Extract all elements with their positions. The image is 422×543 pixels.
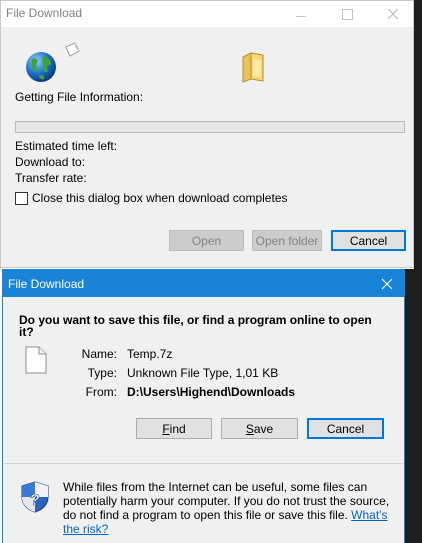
window-title: File Download [6, 6, 83, 20]
file-name-value: Temp.7z [127, 347, 173, 361]
title-bar: File Download [1, 1, 413, 27]
status-label: Getting File Information: [15, 90, 144, 104]
globe-icon [26, 52, 56, 82]
file-download-prompt-dialog: File Download Do you want to save this f… [2, 269, 405, 543]
cancel-download-button[interactable]: Cancel [331, 230, 406, 251]
find-label: ind [169, 421, 186, 436]
name-label: Name: [81, 347, 117, 361]
file-source-value: D:\Users\Highend\Downloads [127, 385, 296, 399]
save-label: ave [253, 421, 274, 436]
minimize-button[interactable] [287, 4, 315, 24]
transfer-rate-label: Transfer rate: [15, 171, 87, 185]
shield-icon: ? [21, 481, 49, 513]
minimize-icon [296, 15, 306, 17]
estimated-time-label: Estimated time left: [15, 139, 118, 153]
svg-text:?: ? [30, 492, 40, 509]
paper-icon [65, 42, 80, 57]
cancel-button[interactable]: Cancel [307, 418, 384, 439]
from-label: From: [85, 385, 117, 399]
save-accelerator: S [245, 421, 254, 436]
close-button[interactable] [376, 274, 398, 294]
maximize-icon [341, 8, 353, 20]
open-button[interactable]: Open [169, 230, 244, 251]
find-accelerator: F [162, 421, 170, 436]
open-folder-button[interactable]: Open folder [252, 230, 322, 251]
close-icon [381, 278, 393, 290]
background-strip [414, 0, 422, 269]
window-title: File Download [8, 277, 85, 291]
background-strip [405, 269, 422, 543]
maximize-button[interactable] [333, 4, 361, 24]
file-type-value: Unknown File Type, 1,01 KB [127, 366, 279, 380]
type-label: Type: [87, 366, 117, 380]
question-text: Do you want to save this file, or find a… [19, 313, 372, 339]
security-info-area: ? While files from the Internet can be u… [3, 463, 404, 543]
download-to-label: Download to: [15, 155, 86, 169]
save-button[interactable]: Save [221, 418, 298, 439]
close-button[interactable] [379, 4, 407, 24]
close-icon [388, 9, 398, 19]
file-download-progress-dialog: File Download Getting File Information: … [0, 0, 414, 268]
security-warning-text: While files from the Internet can be use… [63, 480, 393, 536]
title-bar: File Download [3, 270, 404, 297]
close-on-complete-checkbox-row[interactable]: Close this dialog box when download comp… [15, 191, 288, 205]
download-progress-bar [15, 121, 405, 133]
find-button[interactable]: Find [136, 418, 212, 439]
close-on-complete-checkbox[interactable] [15, 191, 28, 205]
close-on-complete-label: Close this dialog box when download comp… [32, 191, 288, 205]
folder-icon [242, 52, 264, 83]
warning-body: While files from the Internet can be use… [63, 480, 390, 522]
